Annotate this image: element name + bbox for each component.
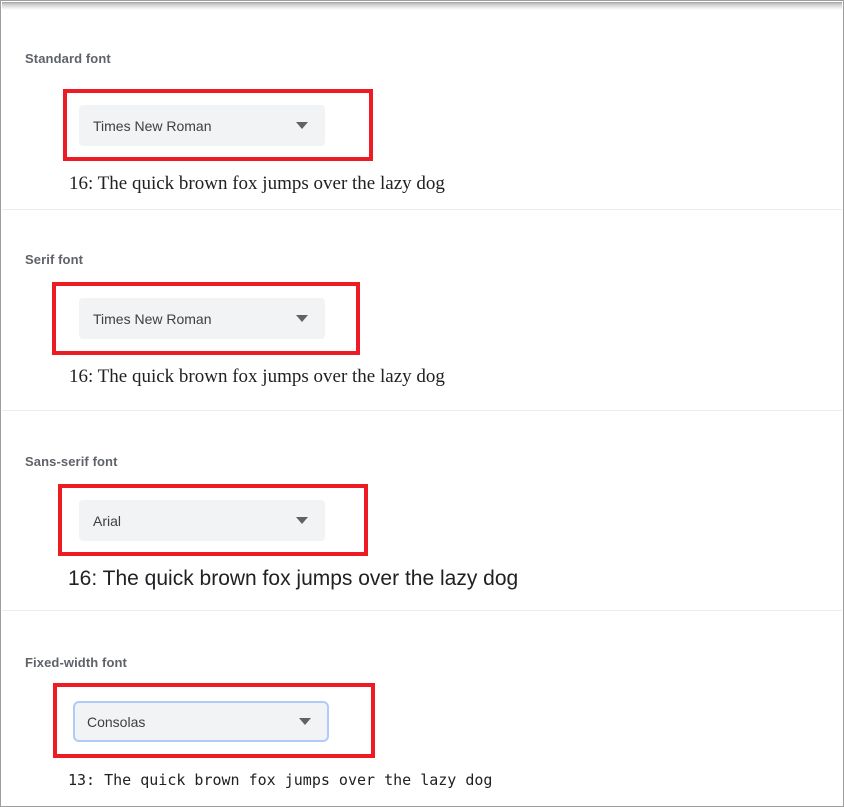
fonts-section-list: Standard font Times New Roman 16: The qu… (2, 10, 842, 805)
standard-font-dropdown-value: Times New Roman (93, 117, 212, 134)
settings-appearance-fonts-page: Standard font Times New Roman 16: The qu… (0, 0, 844, 807)
section-standard-font: Standard font Times New Roman 16: The qu… (2, 10, 842, 209)
standard-font-preview: 16: The quick brown fox jumps over the l… (69, 173, 445, 194)
fixed-width-font-dropdown[interactable]: Consolas (73, 701, 329, 742)
scroll-shadow (2, 2, 842, 10)
serif-font-dropdown-value: Times New Roman (93, 310, 212, 327)
standard-font-dropdown[interactable]: Times New Roman (79, 105, 325, 146)
fixed-width-font-dropdown-value: Consolas (87, 713, 146, 730)
sans-serif-font-preview: 16: The quick brown fox jumps over the l… (68, 567, 519, 590)
chevron-down-icon (296, 517, 308, 524)
serif-font-preview: 16: The quick brown fox jumps over the l… (69, 366, 445, 387)
section-fixed-width-font: Fixed-width font Consolas 13: The quick … (2, 610, 842, 798)
section-serif-font: Serif font Times New Roman 16: The quick… (2, 209, 842, 410)
section-label-serif-font: Serif font (25, 252, 84, 267)
section-label-sans-serif-font: Sans-serif font (25, 454, 118, 469)
serif-font-dropdown[interactable]: Times New Roman (79, 298, 325, 339)
section-sans-serif-font: Sans-serif font Arial 16: The quick brow… (2, 410, 842, 610)
fixed-width-font-preview: 13: The quick brown fox jumps over the l… (68, 771, 493, 789)
chevron-down-icon (299, 718, 311, 725)
chevron-down-icon (296, 122, 308, 129)
sans-serif-font-dropdown[interactable]: Arial (79, 500, 325, 541)
chevron-down-icon (296, 315, 308, 322)
sans-serif-font-dropdown-value: Arial (93, 512, 122, 529)
section-label-fixed-width-font: Fixed-width font (25, 655, 127, 670)
section-label-standard-font: Standard font (25, 51, 111, 66)
